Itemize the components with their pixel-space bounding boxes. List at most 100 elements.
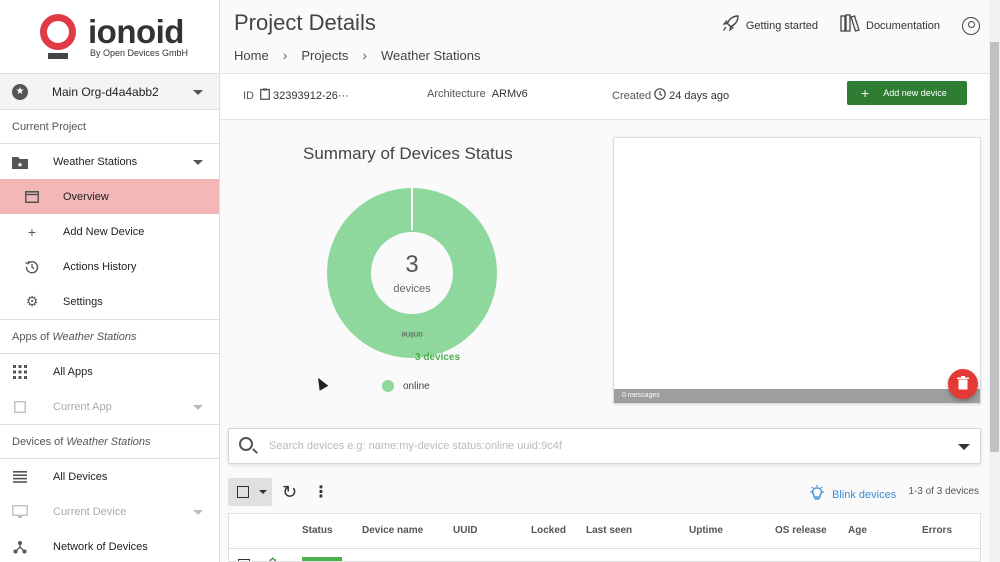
device-type-icon: ✿ — [269, 556, 277, 562]
page-scrollbar[interactable] — [989, 0, 1000, 562]
clock-icon — [654, 88, 666, 103]
legend-dot — [382, 380, 394, 392]
column-header[interactable]: OS release — [775, 525, 827, 536]
column-header[interactable]: UUID — [453, 525, 477, 536]
devices-status-chart: 3 devices online — [327, 188, 497, 358]
checkbox[interactable] — [237, 486, 249, 498]
gear-icon: ⚙ — [25, 293, 39, 309]
trash-icon — [957, 375, 969, 393]
delete-button[interactable] — [948, 369, 978, 399]
org-selector[interactable]: ★ Main Org-d4a4abb2 — [0, 73, 219, 110]
breadcrumb-projects[interactable]: Projects — [301, 48, 348, 63]
documentation-label: Documentation — [866, 19, 940, 32]
slice-label: online — [401, 330, 423, 339]
project-architecture: Architecture ARMv6 — [427, 88, 528, 100]
sidebar-item-overview[interactable]: Overview — [0, 179, 219, 214]
logo-name: ionoid — [88, 12, 184, 50]
sidebar-item-label: Add New Device — [63, 225, 145, 238]
summary-title: Summary of Devices Status — [303, 144, 513, 163]
status-badge — [302, 557, 342, 561]
grid-icon — [12, 364, 28, 380]
search-input[interactable] — [269, 437, 929, 455]
square-icon — [12, 399, 28, 415]
monitor-icon — [12, 504, 28, 520]
getting-started-label: Getting started — [745, 19, 818, 32]
chevron-right-icon: › — [362, 47, 367, 63]
sidebar-item-settings[interactable]: ⚙ Settings — [0, 284, 219, 319]
select-all-dropdown[interactable] — [228, 478, 272, 506]
lightbulb-icon — [808, 485, 826, 505]
sidebar-item-label: Actions History — [63, 260, 137, 273]
apps-section-label: Apps of Weather Stations — [0, 320, 219, 354]
sidebar-item-current-device[interactable]: Current Device — [0, 494, 219, 529]
column-header[interactable]: Status — [302, 525, 333, 536]
project-name: Weather Stations — [53, 155, 138, 168]
messages-count: 0 messages — [614, 389, 980, 403]
column-header[interactable]: Locked — [531, 525, 566, 536]
sidebar-item-label: Overview — [63, 190, 109, 203]
documentation-link[interactable]: Documentation — [840, 14, 940, 37]
breadcrumb-home[interactable]: Home — [234, 48, 269, 63]
chevron-right-icon: › — [282, 47, 288, 63]
sidebar-item-all-devices[interactable]: All Devices — [0, 459, 219, 494]
chevron-down-icon — [193, 509, 203, 515]
column-header[interactable]: Uptime — [689, 525, 723, 536]
chevron-down-icon — [193, 89, 203, 95]
more-vert-icon[interactable]: ⋮ — [313, 482, 329, 502]
sidebar-item-network[interactable]: Network of Devices — [0, 529, 219, 562]
column-header[interactable]: Age — [848, 525, 867, 536]
chart-legend[interactable]: online — [382, 380, 430, 392]
column-header[interactable]: Last seen — [586, 525, 632, 536]
pagination-count: 1-3 of 3 devices — [908, 486, 979, 497]
chevron-down-icon[interactable] — [958, 444, 970, 450]
project-id-value: 32393912-26··· — [273, 89, 349, 102]
sidebar-item-label: Current Device — [53, 505, 127, 518]
sidebar-item-label: Current App — [53, 400, 112, 413]
chevron-down-icon — [259, 490, 267, 494]
column-header[interactable]: Device name — [362, 525, 423, 536]
chevron-down-icon — [193, 159, 203, 165]
folder-icon: ★ — [12, 154, 28, 170]
sidebar-item-label: Network of Devices — [53, 540, 148, 553]
breadcrumb: Home › Projects › Weather Stations — [234, 47, 480, 63]
breadcrumb-current: Weather Stations — [381, 47, 481, 63]
search-icon — [239, 437, 253, 451]
account-icon[interactable] — [962, 16, 980, 35]
clipboard-icon[interactable] — [260, 88, 270, 103]
center-label: devices — [393, 283, 431, 295]
top-links: Getting started Documentation — [700, 14, 980, 37]
project-created: Created 24 days ago — [612, 88, 730, 103]
blink-devices-button[interactable]: Blink devices — [808, 485, 896, 505]
project-info-bar: ID 32393912-26··· Architecture ARMv6 Cre… — [221, 73, 989, 120]
devices-toolbar: ↻ ⋮ Blink devices 1-3 of 3 devices — [228, 478, 981, 506]
sidebar-item-current-app[interactable]: Current App — [0, 389, 219, 424]
messages-panel: 0 messages — [613, 137, 981, 404]
sidebar-item-all-apps[interactable]: All Apps — [0, 354, 219, 389]
rocket-icon — [722, 14, 740, 37]
sidebar-item-actions-history[interactable]: Actions History — [0, 249, 219, 284]
sidebar: ionoid By Open Devices GmbH ★ Main Org-d… — [0, 0, 220, 562]
ionoid-logo[interactable]: ionoid By Open Devices GmbH — [0, 0, 219, 73]
column-header[interactable]: Errors — [922, 525, 952, 536]
project-id: ID 32393912-26··· — [243, 88, 349, 103]
list-icon — [12, 469, 28, 485]
device-search — [228, 428, 981, 464]
sidebar-item-label: Settings — [63, 295, 103, 308]
current-project-label: Current Project — [0, 110, 219, 144]
sidebar-item-label: All Devices — [53, 470, 108, 483]
getting-started-link[interactable]: Getting started — [722, 14, 818, 37]
scrollbar-thumb[interactable] — [990, 42, 999, 452]
books-icon — [840, 14, 860, 37]
add-new-device-button[interactable]: + Add new device — [847, 81, 967, 105]
svg-text:★: ★ — [17, 161, 23, 169]
network-icon — [12, 539, 28, 555]
devices-table: Status Device name UUID Locked Last seen… — [228, 513, 981, 562]
table-row[interactable]: ✿ — [229, 549, 980, 562]
logo-tagline: By Open Devices GmbH — [90, 47, 189, 58]
sidebar-item-add-new-device[interactable]: + Add New Device — [0, 214, 219, 249]
plus-icon: + — [27, 223, 37, 240]
project-selector[interactable]: ★ Weather Stations — [0, 144, 219, 179]
legend-label: online — [403, 380, 430, 392]
star-icon: ★ — [12, 83, 28, 100]
refresh-icon[interactable]: ↻ — [282, 482, 297, 503]
